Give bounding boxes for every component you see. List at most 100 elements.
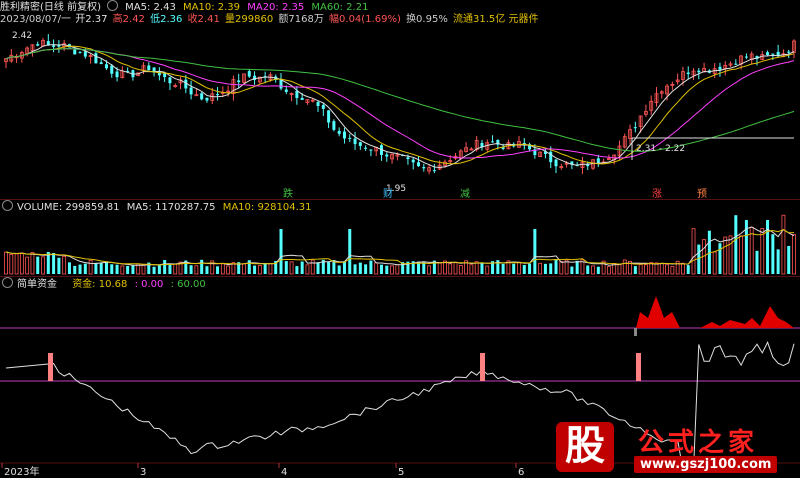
volume-bar bbox=[437, 262, 442, 275]
volume-bar bbox=[559, 261, 564, 275]
volume-bar bbox=[104, 261, 108, 274]
volume-bar bbox=[480, 262, 484, 274]
ma60-label: MA60: 2.21 bbox=[311, 2, 369, 13]
volume-bar bbox=[670, 266, 675, 275]
candle-body bbox=[787, 51, 791, 53]
candle-body bbox=[147, 65, 151, 71]
main-header: 胜利精密(日线 前复权) MA5: 2.43 MA10: 2.39 MA20: … bbox=[0, 0, 372, 14]
volume-bar bbox=[739, 235, 744, 275]
volume-bar bbox=[126, 265, 130, 274]
volume-bar bbox=[353, 264, 357, 274]
high-price-label: 2.42 bbox=[12, 31, 32, 41]
ma20-label: MA20: 2.35 bbox=[247, 2, 305, 13]
volume-bar bbox=[189, 265, 193, 274]
volume-ma10: MA10: 928104.31 bbox=[222, 202, 312, 213]
volume-bar bbox=[644, 264, 648, 275]
signal-bar bbox=[636, 353, 641, 381]
volume-ma5-line bbox=[5, 226, 795, 266]
volume-bar bbox=[723, 236, 728, 275]
volume-bar bbox=[712, 251, 717, 275]
candle-body bbox=[417, 162, 421, 167]
volume-bar bbox=[633, 266, 637, 274]
volume-bar bbox=[337, 265, 341, 274]
volume-bar bbox=[448, 263, 453, 275]
settings-icon[interactable] bbox=[2, 277, 13, 288]
axis-tick-label: 4 bbox=[281, 467, 287, 478]
open-label: 开2.37 bbox=[75, 14, 108, 25]
axis-tick-label: 2023年 bbox=[4, 465, 39, 478]
axis-tick-label: 3 bbox=[140, 467, 146, 478]
volume-bar bbox=[300, 261, 304, 274]
candle-body bbox=[422, 167, 426, 169]
box-label: 2.31 - 2.22 bbox=[636, 144, 685, 154]
ma10-label: MA10: 2.39 bbox=[183, 2, 241, 13]
volume-bar bbox=[596, 266, 600, 274]
volume-bar bbox=[385, 265, 389, 274]
volume-bar bbox=[247, 260, 251, 274]
settings-icon[interactable] bbox=[2, 200, 13, 211]
volume-bar bbox=[638, 264, 643, 275]
volume-bar bbox=[390, 265, 394, 275]
candle-body bbox=[110, 65, 114, 74]
volume-bar bbox=[760, 228, 765, 275]
volume-bar bbox=[115, 264, 119, 274]
candle-body bbox=[364, 147, 368, 149]
candle-body bbox=[358, 142, 362, 146]
volume-bar bbox=[57, 257, 61, 274]
volume-bar bbox=[257, 265, 262, 275]
signal-bar bbox=[480, 353, 485, 381]
candle-body bbox=[353, 138, 357, 145]
amount-label: 额7168万 bbox=[278, 14, 324, 25]
volume-bar bbox=[62, 255, 67, 275]
volume-bar bbox=[458, 265, 463, 275]
volume-bar bbox=[36, 256, 40, 274]
candle-body bbox=[78, 52, 82, 54]
volume-bar bbox=[99, 263, 103, 274]
volume-ma5: MA5: 1170287.75 bbox=[126, 202, 216, 213]
close-label: 收2.41 bbox=[187, 14, 220, 25]
candle-body bbox=[295, 90, 299, 99]
volume-bar bbox=[538, 262, 543, 275]
volume-bar bbox=[289, 261, 294, 275]
volume-bar bbox=[110, 264, 114, 274]
stock-title: 胜利精密(日线 前复权) bbox=[0, 2, 101, 13]
volume-bar bbox=[83, 263, 87, 274]
candle-body bbox=[284, 89, 288, 92]
candle-body bbox=[411, 159, 415, 163]
volume-bar bbox=[284, 261, 288, 274]
volume-bar bbox=[787, 245, 791, 274]
candle-body bbox=[247, 71, 251, 77]
volume-bar bbox=[543, 263, 547, 274]
candle-body bbox=[697, 70, 701, 73]
volume-bar bbox=[469, 264, 474, 275]
chart-canvas: 2.31 - 2.222.421.95跌财减涨预 2023年 3 4 5 6 bbox=[0, 31, 800, 478]
axis-tick-label: 6 bbox=[518, 467, 524, 478]
volume-bar bbox=[586, 265, 590, 274]
volume-ma10-line bbox=[5, 229, 795, 266]
candle-body bbox=[369, 149, 373, 151]
volume-bar bbox=[766, 220, 770, 274]
candle-body bbox=[348, 137, 352, 139]
candle-body bbox=[766, 52, 770, 56]
high-label: 高2.42 bbox=[112, 14, 145, 25]
candle-body bbox=[771, 53, 775, 55]
candle-body bbox=[327, 110, 331, 123]
volume-bar bbox=[327, 261, 331, 274]
volume-bar bbox=[517, 261, 521, 275]
volume-bar bbox=[78, 264, 82, 274]
volume-bar bbox=[374, 262, 379, 275]
candle-body bbox=[342, 131, 346, 139]
settings-icon[interactable] bbox=[106, 0, 118, 11]
volume-bar bbox=[364, 264, 368, 274]
volume-bar bbox=[216, 266, 220, 274]
candle-body bbox=[321, 105, 325, 109]
volume-bar bbox=[205, 266, 209, 274]
indicator-header: 简单资金 资金: 10.68 : 0.00 : 60.00 bbox=[0, 277, 210, 291]
volume-bar bbox=[342, 261, 346, 274]
volume-bar bbox=[67, 262, 71, 274]
volume-bar bbox=[681, 262, 685, 275]
volume-bar bbox=[427, 265, 431, 275]
volume-bar bbox=[163, 259, 167, 274]
volume-bar bbox=[369, 260, 373, 274]
candle-body bbox=[718, 66, 722, 70]
